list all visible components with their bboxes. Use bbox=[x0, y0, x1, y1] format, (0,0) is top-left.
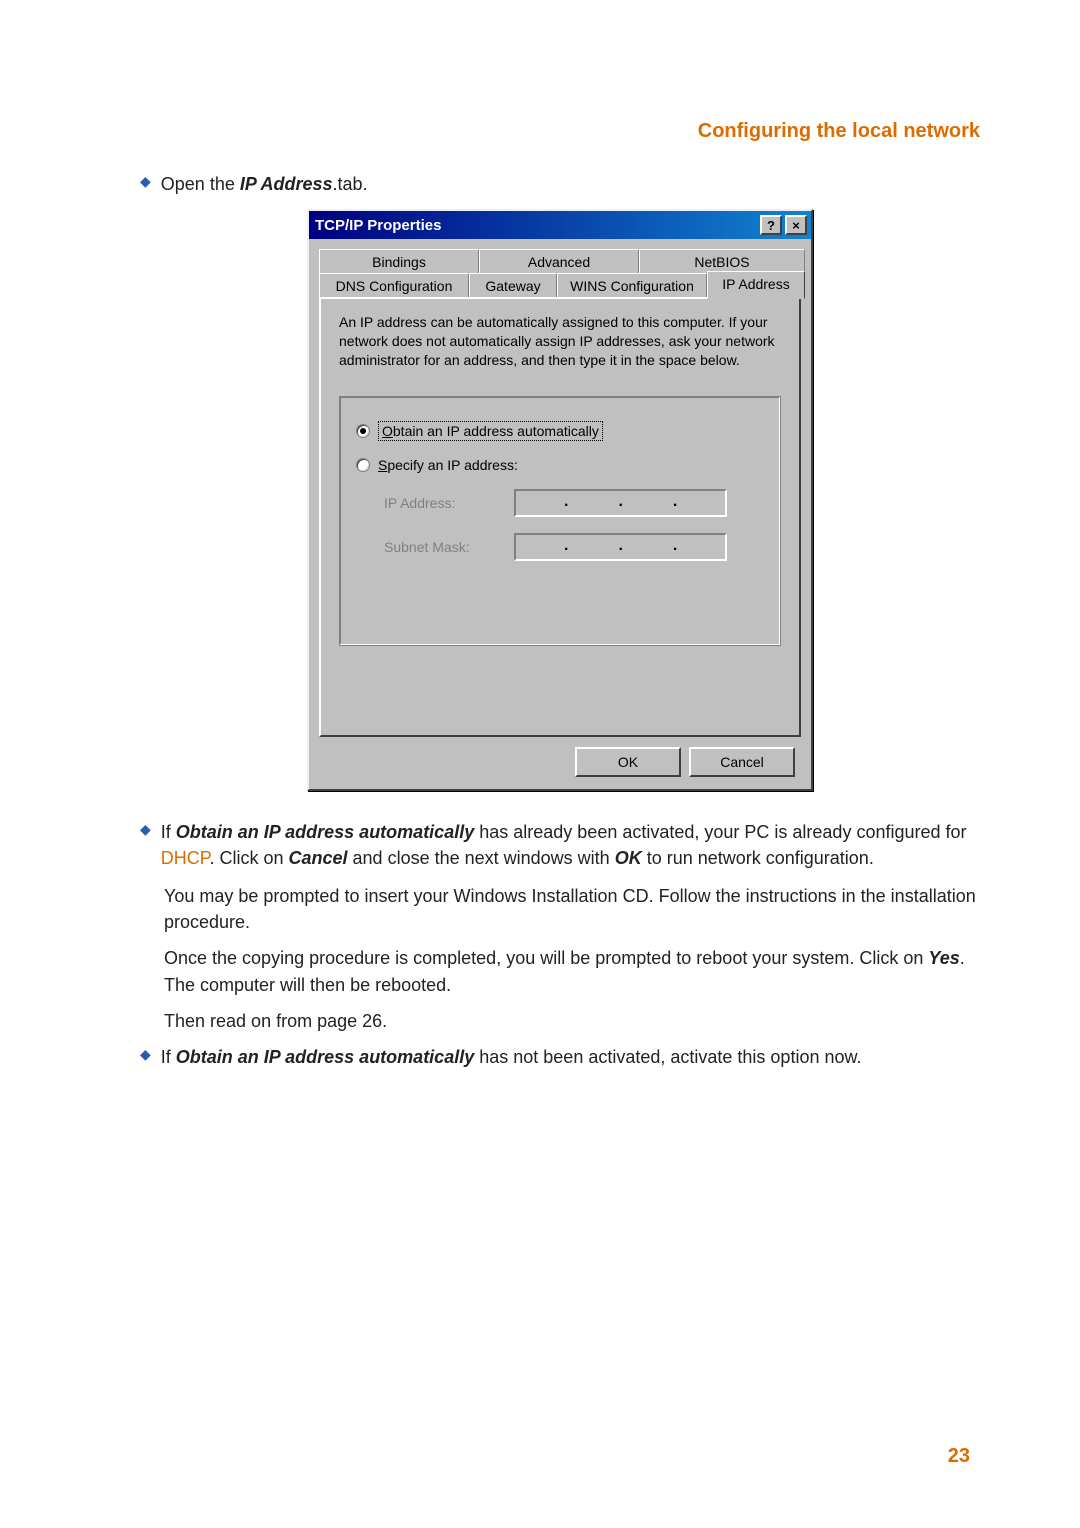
radio-specify-label: Specify an IP address: bbox=[378, 457, 518, 473]
panel-description: An IP address can be automatically assig… bbox=[339, 313, 781, 370]
txt: . Click on bbox=[209, 848, 288, 868]
tab-gateway[interactable]: Gateway bbox=[469, 273, 557, 298]
bold-text: Obtain an IP address automatically bbox=[176, 1047, 474, 1067]
tab-strip: Bindings Advanced NetBIOS DNS Configurat… bbox=[319, 249, 801, 299]
tab-wins-configuration[interactable]: WINS Configuration bbox=[557, 273, 707, 298]
txt: If bbox=[161, 822, 176, 842]
para5-text: If Obtain an IP address automatically ha… bbox=[161, 1044, 862, 1070]
help-button[interactable]: ? bbox=[760, 215, 782, 235]
close-button[interactable]: × bbox=[785, 215, 807, 235]
txt: to run network configuration. bbox=[642, 848, 874, 868]
bold-text: Yes bbox=[928, 948, 959, 968]
para1-text: If Obtain an IP address automatically ha… bbox=[161, 819, 980, 871]
ok-button[interactable]: OK bbox=[575, 747, 681, 777]
txt: Once the copying procedure is completed,… bbox=[164, 948, 928, 968]
tab-panel: An IP address can be automatically assig… bbox=[319, 297, 801, 737]
radio-specify[interactable]: Specify an IP address: bbox=[356, 457, 764, 473]
tab-bindings[interactable]: Bindings bbox=[319, 249, 479, 274]
radio-obtain[interactable]: Obtain an IP address automatically bbox=[356, 421, 764, 441]
bold-text: Cancel bbox=[289, 848, 348, 868]
radio-icon bbox=[356, 458, 370, 472]
para2-text: You may be prompted to insert your Windo… bbox=[164, 883, 980, 935]
ip-address-label: IP Address bbox=[240, 174, 333, 194]
tab-advanced[interactable]: Advanced bbox=[479, 249, 639, 274]
bullet-icon: ◆ bbox=[140, 821, 151, 838]
bullet-icon: ◆ bbox=[140, 173, 151, 190]
subnet-mask-label: Subnet Mask: bbox=[384, 539, 514, 555]
tab-dns-configuration[interactable]: DNS Configuration bbox=[319, 273, 469, 298]
bullet-icon: ◆ bbox=[140, 1046, 151, 1063]
txt: Open the bbox=[161, 174, 240, 194]
para3-text: Once the copying procedure is completed,… bbox=[164, 945, 980, 997]
bold-text: OK bbox=[615, 848, 642, 868]
txt: and close the next windows with bbox=[348, 848, 615, 868]
txt: If bbox=[161, 1047, 176, 1067]
dhcp-link: DHCP bbox=[161, 848, 210, 868]
cancel-button[interactable]: Cancel bbox=[689, 747, 795, 777]
subnet-mask-input: . . . bbox=[514, 533, 727, 561]
ip-address-label: IP Address: bbox=[384, 495, 514, 511]
radio-group: Obtain an IP address automatically Speci… bbox=[339, 396, 781, 646]
txt: has not been activated, activate this op… bbox=[474, 1047, 861, 1067]
tab-ip-address[interactable]: IP Address bbox=[707, 271, 805, 299]
radio-icon bbox=[356, 424, 370, 438]
tcpip-dialog: TCP/IP Properties ? × Bindings Advanced … bbox=[307, 209, 813, 791]
radio-obtain-label: Obtain an IP address automatically bbox=[378, 421, 603, 441]
page-number: 23 bbox=[948, 1445, 970, 1468]
intro-text: Open the IP Address.tab. bbox=[161, 171, 368, 197]
bold-text: Obtain an IP address automatically bbox=[176, 822, 474, 842]
dialog-titlebar: TCP/IP Properties ? × bbox=[309, 211, 811, 239]
para4-text: Then read on from page 26. bbox=[164, 1008, 980, 1034]
txt: .tab. bbox=[333, 174, 368, 194]
txt: has already been activated, your PC is a… bbox=[474, 822, 966, 842]
ip-address-input: . . . bbox=[514, 489, 727, 517]
page-header: Configuring the local network bbox=[140, 120, 980, 143]
dialog-title: TCP/IP Properties bbox=[315, 217, 441, 234]
